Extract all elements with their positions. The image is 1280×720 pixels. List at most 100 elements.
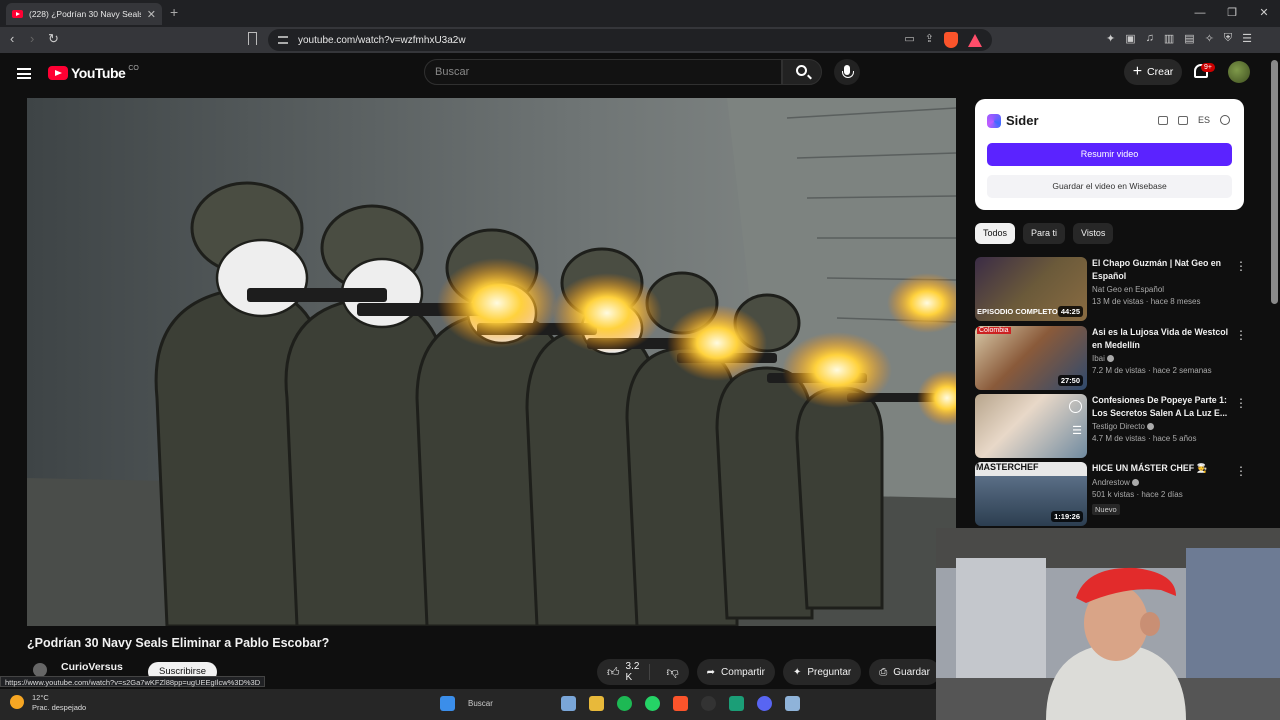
start-icon[interactable]	[440, 696, 455, 711]
save-playlist-icon: ⎙	[879, 666, 888, 678]
save-button[interactable]: ⎙ Guardar	[869, 659, 940, 685]
recommendation-title[interactable]: Asi es la Lujosa Vida de Westcol en Mede…	[1092, 326, 1232, 351]
thumbs-up-icon: 👍︎	[607, 664, 620, 679]
weather-widget[interactable]: 12°C Prac. despejado	[10, 693, 86, 713]
brave-shields-icon[interactable]	[944, 32, 958, 48]
ask-button[interactable]: ✦ Preguntar	[782, 659, 862, 685]
share-arrow-icon: ➦	[706, 666, 716, 678]
recommendation-item[interactable]: Colombia 27:50 Asi es la Lujosa Vida de …	[975, 326, 1265, 390]
music-icon[interactable]: ♫	[1146, 32, 1154, 45]
watch-later-icon[interactable]	[1069, 400, 1082, 413]
screenshot-icon[interactable]: ▣	[1125, 32, 1135, 45]
chip-para-ti[interactable]: Para ti	[1023, 223, 1066, 244]
video-thumbnail[interactable]: Colombia 27:50	[975, 326, 1087, 390]
verified-icon	[1131, 478, 1139, 486]
close-tab-icon[interactable]: ✕	[147, 8, 156, 21]
video-player[interactable]	[27, 98, 956, 626]
recommendation-meta: 7.2 M de vistas · hace 2 semanas	[1092, 366, 1212, 375]
recommendation-channel[interactable]: Testigo Directo	[1092, 422, 1232, 431]
chip-todos[interactable]: Todos	[975, 223, 1016, 244]
sider-logo: Sider	[987, 113, 1039, 128]
taskbar-search[interactable]: Buscar	[468, 699, 548, 708]
search-input[interactable]: Buscar	[424, 59, 782, 85]
forward-icon[interactable]: ›	[30, 31, 34, 46]
recommendation-meta: 501 k vistas · hace 2 días	[1092, 489, 1183, 499]
page-scrollbar[interactable]	[1271, 60, 1278, 304]
more-actions-icon[interactable]: ⋮	[1235, 464, 1247, 478]
recommendation-meta: 4.7 M de vistas · hace 5 años	[1092, 434, 1197, 443]
video-thumbnail[interactable]: EPISODIO COMPLETO 44:25	[975, 257, 1087, 321]
like-button[interactable]: 👍︎ 3.2 K	[597, 661, 651, 683]
widgets-icon[interactable]	[561, 696, 576, 711]
add-to-queue-icon[interactable]: ☰	[1072, 424, 1082, 437]
recommendation-title[interactable]: HICE UN MÁSTER CHEF 🧑‍🍳	[1092, 462, 1232, 475]
voice-search-icon[interactable]	[834, 59, 860, 85]
chip-vistos[interactable]: Vistos	[1073, 223, 1114, 244]
more-actions-icon[interactable]: ⋮	[1235, 259, 1247, 273]
recommendation-title[interactable]: El Chapo Guzmán | Nat Geo en Español	[1092, 257, 1232, 282]
share-icon[interactable]: ⇪	[925, 32, 934, 48]
extensions-icon[interactable]: ✦	[1106, 32, 1115, 45]
list-view-icon[interactable]	[1157, 115, 1168, 125]
close-window-icon[interactable]: ✕	[1248, 0, 1280, 27]
discord-icon[interactable]	[757, 696, 772, 711]
back-icon[interactable]: ‹	[10, 31, 14, 46]
spotify-icon[interactable]	[617, 696, 632, 711]
brave-icon[interactable]	[673, 696, 688, 711]
more-actions-icon[interactable]: ⋮	[1235, 328, 1247, 342]
file-explorer-icon[interactable]	[589, 696, 604, 711]
sidebar-icon[interactable]: ▥	[1164, 32, 1174, 45]
recommendation-title[interactable]: Confesiones De Popeye Parte 1: Los Secre…	[1092, 394, 1232, 419]
menu-icon[interactable]: ☰	[1242, 32, 1252, 45]
recommendation-item[interactable]: EPISODIO COMPLETO 44:25 El Chapo Guzmán …	[975, 257, 1265, 321]
url-text: youtube.com/watch?v=wzfmhxU3a2w	[298, 34, 466, 46]
video-thumbnail[interactable]: ☰	[975, 394, 1087, 458]
channel-name[interactable]: CurioVersus	[61, 661, 123, 673]
youtube-favicon-icon	[12, 10, 23, 18]
video-thumbnail[interactable]: MASTERCHEF 1:19:26	[975, 462, 1087, 526]
account-avatar[interactable]	[1228, 61, 1250, 83]
notepad-icon[interactable]	[785, 696, 800, 711]
recommendation-channel[interactable]: Nat Geo en Español	[1092, 285, 1232, 294]
wallet-icon[interactable]: ▤	[1184, 32, 1194, 45]
grid-view-icon[interactable]	[1177, 115, 1188, 125]
video-actions: 👍︎ 3.2 K 👎︎ ➦ Compartir ✦ Preguntar ⎙ Guarda…	[597, 659, 940, 685]
recommendation-item[interactable]: MASTERCHEF 1:19:26 HICE UN MÁSTER CHEF 🧑…	[975, 462, 1265, 526]
summarize-video-button[interactable]: Resumir video	[987, 143, 1232, 166]
search-button[interactable]	[782, 59, 822, 85]
recommendation-item[interactable]: ☰ Confesiones De Popeye Parte 1: Los Sec…	[975, 394, 1265, 458]
capcut-icon[interactable]	[729, 696, 744, 711]
youtube-header: YouTube CO Buscar + Crear 9+	[0, 53, 1280, 98]
minimize-icon[interactable]: —	[1184, 0, 1216, 27]
restore-icon[interactable]: ❐	[1216, 0, 1248, 27]
vpn-icon[interactable]: ⛨	[1224, 32, 1232, 45]
plus-icon: +	[1132, 63, 1143, 80]
guide-menu-icon[interactable]	[17, 68, 31, 79]
whatsapp-icon[interactable]	[645, 696, 660, 711]
share-button[interactable]: ➦ Compartir	[696, 659, 775, 685]
settings-icon[interactable]	[1220, 115, 1230, 125]
reload-icon[interactable]: ↻	[48, 31, 59, 47]
thumbs-down-icon[interactable]: 👎︎	[656, 665, 688, 680]
channel-avatar[interactable]	[33, 663, 47, 677]
create-button[interactable]: + Crear	[1124, 59, 1182, 85]
new-tab-icon[interactable]: +	[170, 4, 178, 20]
url-field[interactable]: youtube.com/watch?v=wzfmhxU3a2w ▭ ⇪	[268, 29, 992, 51]
video-duration: 27:50	[1057, 375, 1083, 386]
sider-brain-icon	[987, 113, 1001, 128]
language-selector[interactable]: ES	[1198, 115, 1210, 125]
recommendation-channel[interactable]: Andrestow	[1092, 478, 1232, 487]
youtube-logo[interactable]: YouTube CO	[48, 65, 139, 81]
browser-tab[interactable]: (228) ¿Podrían 30 Navy Seals ✕	[6, 3, 162, 25]
brave-rewards-icon[interactable]	[968, 34, 982, 47]
verified-icon	[1106, 355, 1114, 362]
obs-icon[interactable]	[701, 696, 716, 711]
site-info-icon[interactable]	[278, 36, 288, 44]
save-to-wisebase-button[interactable]: Guardar el video en Wisebase	[987, 175, 1232, 198]
recommendation-channel[interactable]: Ibai	[1092, 354, 1232, 363]
bookmark-icon[interactable]	[248, 32, 257, 45]
sparkle-icon: ✦	[792, 666, 802, 678]
more-actions-icon[interactable]: ⋮	[1235, 396, 1247, 410]
cast-icon[interactable]: ▭	[904, 32, 914, 48]
leo-ai-icon[interactable]: ✧	[1205, 32, 1214, 45]
